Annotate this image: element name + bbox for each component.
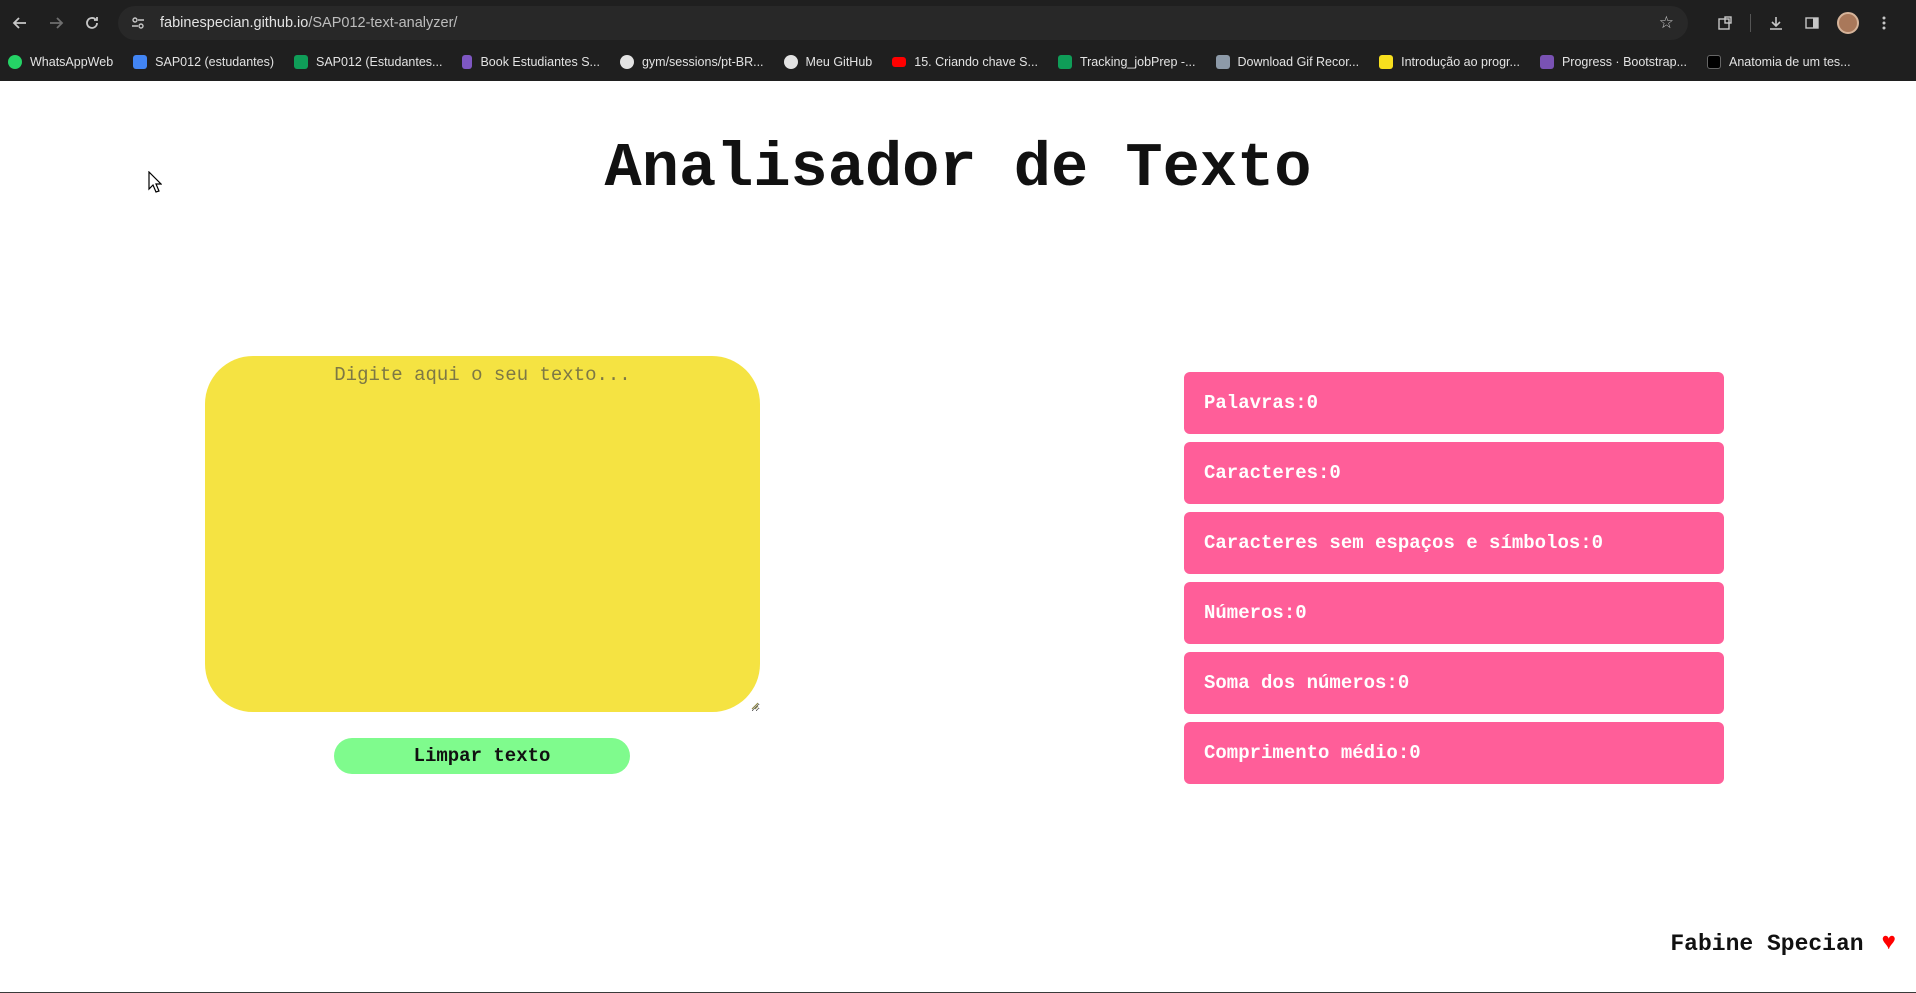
address-bar[interactable]: fabinespecian.github.io/SAP012-text-anal…: [118, 6, 1688, 40]
bookmark-label: 15. Criando chave S...: [914, 55, 1038, 69]
bookmark-label: gym/sessions/pt-BR...: [641, 55, 764, 69]
bookmark-item[interactable]: SAP012 (estudantes): [133, 49, 274, 75]
toolbar-divider: [1750, 14, 1751, 32]
bookmark-item[interactable]: Progress · Bootstrap...: [1539, 49, 1687, 75]
dev-icon: [1707, 55, 1721, 69]
stat-numbers: Números:0: [1184, 582, 1724, 644]
bookmark-item[interactable]: Tracking_jobPrep -...: [1057, 49, 1196, 75]
reload-icon[interactable]: [74, 5, 110, 41]
stat-numbers-sum: Soma dos números:0: [1184, 652, 1724, 714]
bookmark-label: Meu GitHub: [805, 55, 873, 69]
bookmark-label: SAP012 (Estudantes...: [315, 55, 443, 69]
side-panel-icon[interactable]: [1797, 8, 1827, 38]
url-path: /SAP012-text-analyzer/: [308, 15, 458, 31]
book-icon: [462, 55, 473, 69]
bookmarks-bar: WhatsAppWeb SAP012 (estudantes) SAP012 (…: [0, 48, 1916, 76]
bookmark-label: SAP012 (estudantes): [155, 55, 274, 69]
stat-words: Palavras:0: [1184, 372, 1724, 434]
resize-grip-icon[interactable]: [749, 700, 759, 710]
url-host: fabinespecian.github.io: [160, 15, 309, 31]
clear-text-button[interactable]: Limpar texto: [334, 738, 630, 774]
bookmark-item[interactable]: SAP012 (Estudantes...: [293, 49, 443, 75]
page-content: Analisador de Texto Limpar texto Palavra…: [0, 81, 1916, 993]
mouse-cursor-icon: [148, 171, 162, 193]
stats-list: Palavras:0 Caracteres:0 Caracteres sem e…: [1184, 372, 1724, 792]
bookmark-label: Book Estudiantes S...: [480, 55, 600, 69]
browser-toolbar: fabinespecian.github.io/SAP012-text-anal…: [0, 0, 1916, 46]
browser-actions: [1710, 6, 1899, 40]
bookmark-star-icon[interactable]: ☆: [1659, 13, 1674, 33]
back-icon[interactable]: [2, 5, 38, 41]
stat-characters-no-spaces: Caracteres sem espaços e símbolos:0: [1184, 512, 1724, 574]
bookmark-label: Tracking_jobPrep -...: [1079, 55, 1196, 69]
text-input[interactable]: [205, 356, 760, 712]
browser-chrome: fabinespecian.github.io/SAP012-text-anal…: [0, 0, 1916, 81]
image-icon: [1215, 55, 1230, 69]
stat-average-length: Comprimento médio:0: [1184, 722, 1724, 784]
url-text: fabinespecian.github.io/SAP012-text-anal…: [160, 15, 457, 31]
github-icon: [783, 55, 798, 69]
bookmark-label: Introdução ao progr...: [1401, 55, 1520, 69]
bookmark-item[interactable]: 15. Criando chave S...: [892, 49, 1038, 75]
bookmark-item[interactable]: Download Gif Recor...: [1215, 49, 1360, 75]
bookmark-item[interactable]: Book Estudiantes S...: [462, 49, 600, 75]
footer-author: Fabine Specian: [1670, 930, 1864, 957]
bookmark-label: WhatsAppWeb: [30, 55, 114, 69]
heart-icon: ♥: [1881, 930, 1896, 957]
bookmark-label: Download Gif Recor...: [1237, 55, 1360, 69]
github-icon: [619, 55, 634, 69]
stat-characters: Caracteres:0: [1184, 442, 1724, 504]
avatar: [1837, 12, 1859, 34]
sheets-icon: [293, 55, 308, 69]
bookmark-item[interactable]: WhatsAppWeb: [8, 49, 113, 75]
profile-avatar[interactable]: [1833, 8, 1863, 38]
extensions-icon[interactable]: [1710, 8, 1740, 38]
bookmark-item[interactable]: Introdução ao progr...: [1379, 49, 1520, 75]
page-title: Analisador de Texto: [604, 133, 1312, 204]
bookmark-label: Anatomia de um tes...: [1729, 55, 1851, 69]
youtube-icon: [892, 57, 907, 67]
whatsapp-icon: [8, 55, 22, 69]
bookmark-label: Progress · Bootstrap...: [1561, 55, 1687, 69]
bookmark-item[interactable]: Meu GitHub: [783, 49, 873, 75]
forward-icon[interactable]: [38, 5, 74, 41]
download-icon[interactable]: [1761, 8, 1791, 38]
menu-icon[interactable]: [1869, 8, 1899, 38]
code-icon: [1379, 55, 1394, 69]
bootstrap-icon: [1539, 55, 1554, 69]
footer: Fabine Specian ♥: [1670, 930, 1896, 957]
bookmark-item[interactable]: gym/sessions/pt-BR...: [619, 49, 764, 75]
calendar-icon: [133, 55, 148, 69]
bookmark-item[interactable]: Anatomia de um tes...: [1707, 49, 1851, 75]
site-settings-icon[interactable]: [128, 13, 148, 33]
nav-buttons: [2, 5, 110, 41]
sheets-icon: [1057, 55, 1072, 69]
